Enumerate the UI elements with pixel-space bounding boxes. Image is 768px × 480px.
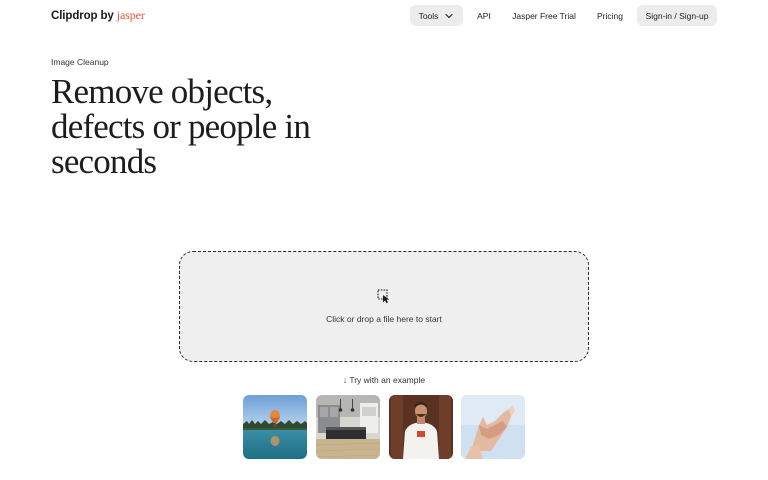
example-thumbnail-man[interactable] <box>389 395 453 459</box>
example-thumbnail-kitchen[interactable] <box>316 395 380 459</box>
nav-jasper-trial-link[interactable]: Jasper Free Trial <box>512 5 576 26</box>
man-tshirt-image <box>389 395 453 459</box>
dropzone-prompt: Click or drop a file here to start <box>326 314 442 324</box>
lake-balloon-image <box>243 395 307 459</box>
page-title: Remove objects, defects or people in sec… <box>51 74 351 179</box>
title-line: Remove objects, <box>51 72 273 111</box>
try-example-label: ↓ Try with an example <box>342 375 426 385</box>
tools-label: Tools <box>418 10 439 21</box>
brand-by: by <box>100 10 114 22</box>
brand-partner: jasper <box>116 8 145 22</box>
example-thumbnail-hand[interactable] <box>461 395 525 459</box>
top-navbar: Clipdrop by jasper Tools API Jasper Free T… <box>0 0 768 32</box>
signin-button[interactable]: Sign-in / Sign-up <box>637 5 717 26</box>
hand-fabric-image <box>461 395 525 459</box>
tools-menu-button[interactable]: Tools <box>410 5 463 26</box>
brand-logo[interactable]: Clipdrop by jasper <box>51 8 145 23</box>
chevron-down-icon <box>445 13 454 18</box>
page-eyebrow: Image Cleanup <box>51 57 109 67</box>
kitchen-image <box>316 395 380 459</box>
nav-pricing-label: Pricing <box>597 10 623 21</box>
signin-label: Sign-in / Sign-up <box>645 10 709 21</box>
nav-api-link[interactable]: API <box>474 5 494 26</box>
example-thumbnail-lake[interactable] <box>243 395 307 459</box>
brand-name: Clipdrop <box>51 10 98 22</box>
file-dropzone[interactable]: Click or drop a file here to start <box>179 251 589 362</box>
example-images <box>243 395 525 459</box>
title-line: defects or people in <box>51 107 311 146</box>
nav-trial-label: Jasper Free Trial <box>512 10 576 21</box>
title-line: seconds <box>51 142 157 181</box>
upload-drop-icon <box>377 289 390 304</box>
nav-pricing-link[interactable]: Pricing <box>595 5 625 26</box>
nav-api-label: API <box>477 10 491 21</box>
